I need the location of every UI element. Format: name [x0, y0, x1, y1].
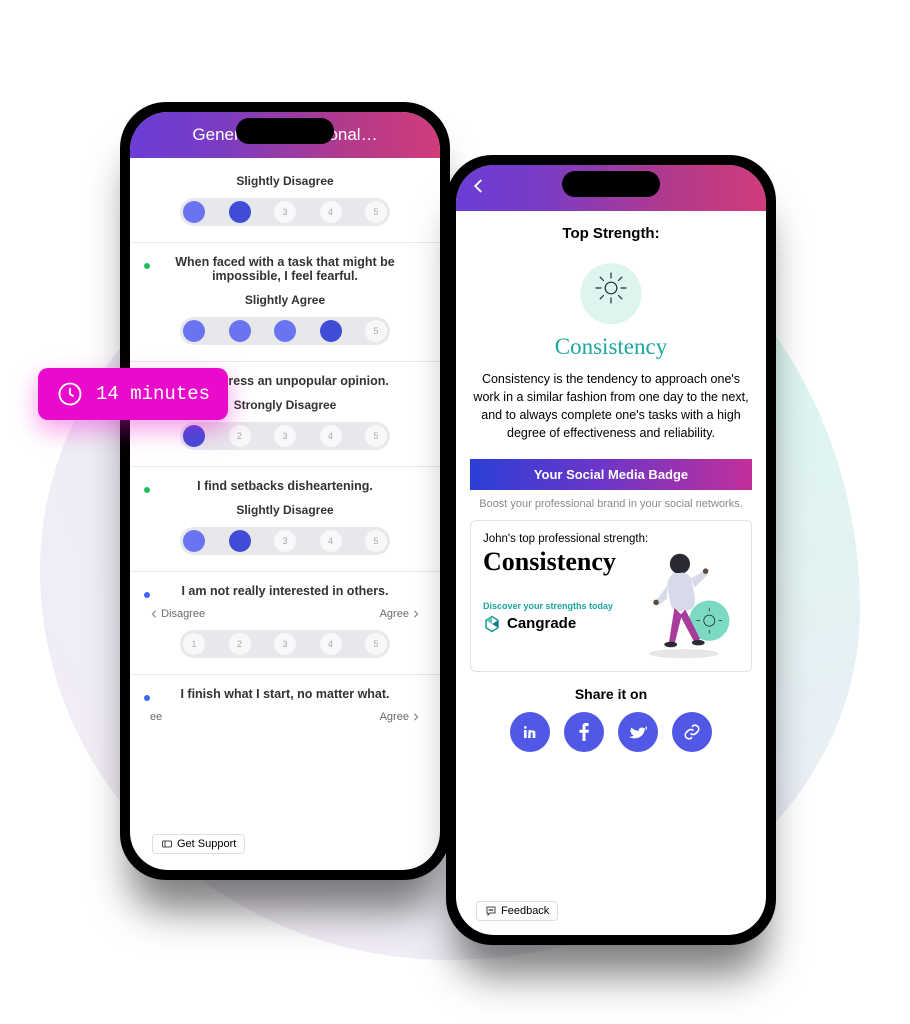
- question-text: I find setbacks disheartening.: [144, 479, 426, 493]
- facebook-icon: [579, 723, 589, 741]
- badge-subtext: Boost your professional brand in your so…: [470, 498, 752, 510]
- share-buttons: [470, 712, 752, 752]
- disagree-label: ee: [150, 711, 162, 723]
- share-linkedin-button[interactable]: [510, 712, 550, 752]
- answer-label: Slightly Agree: [144, 293, 426, 307]
- report-content: Top Strength: Consistency Consistency is…: [456, 211, 766, 935]
- ticket-icon: [161, 838, 173, 850]
- answer-label: Slightly Disagree: [144, 503, 426, 517]
- question-text: When faced with a task that might be imp…: [144, 255, 426, 283]
- slider-3[interactable]: 2 3 4 5: [180, 422, 390, 450]
- disagree-label: Disagree: [150, 608, 205, 620]
- share-facebook-button[interactable]: [564, 712, 604, 752]
- sun-icon: [591, 268, 631, 308]
- question-5: I am not really interested in others. Di…: [130, 572, 440, 675]
- slider-1[interactable]: 3 4 5: [180, 198, 390, 226]
- strength-icon-bg: [575, 252, 647, 324]
- share-title: Share it on: [470, 686, 752, 702]
- strength-title: Consistency: [470, 334, 752, 360]
- badge-line1: John's top professional strength:: [483, 533, 739, 545]
- agree-label: Agree: [380, 711, 420, 723]
- answer-label: Slightly Disagree: [144, 174, 426, 188]
- phone-survey: General M… Personal… Slightly Disagree 3…: [120, 102, 450, 880]
- slider-4[interactable]: 3 4 5: [180, 527, 390, 555]
- notch: [562, 171, 660, 197]
- agree-label: Agree: [380, 608, 420, 620]
- cangrade-logo-icon: [483, 615, 501, 633]
- question-2: When faced with a task that might be imp…: [130, 243, 440, 362]
- back-button[interactable]: [470, 177, 488, 200]
- top-strength-label: Top Strength:: [470, 225, 752, 242]
- clock-icon: [56, 380, 84, 408]
- scale-labels: Disagree Agree: [144, 608, 426, 620]
- badge-header: Your Social Media Badge: [470, 459, 752, 490]
- strength-description: Consistency is the tendency to approach …: [470, 370, 752, 443]
- slider-5[interactable]: 1 2 3 4 5: [180, 630, 390, 658]
- person-illustration: [637, 551, 743, 661]
- feedback-label: Feedback: [501, 905, 549, 917]
- twitter-icon: [629, 724, 647, 740]
- scale-labels: ee Agree: [144, 711, 426, 723]
- feedback-button[interactable]: Feedback: [476, 901, 558, 921]
- time-badge-text: 14 minutes: [96, 383, 210, 405]
- support-label: Get Support: [177, 838, 236, 850]
- status-dot: [144, 592, 150, 598]
- time-badge: 14 minutes: [38, 368, 228, 420]
- share-link-button[interactable]: [672, 712, 712, 752]
- phone-report: Your eport Top Strength: Consistency Con…: [446, 155, 776, 945]
- status-dot: [144, 263, 150, 269]
- status-dot: [144, 487, 150, 493]
- link-icon: [683, 723, 701, 741]
- arrow-left-icon: [470, 177, 488, 195]
- status-dot: [144, 695, 150, 701]
- linkedin-icon: [522, 724, 538, 740]
- question-4: I find setbacks disheartening. Slightly …: [130, 467, 440, 572]
- question-text: I am not really interested in others.: [144, 584, 426, 598]
- question-6: I finish what I start, no matter what. e…: [130, 675, 440, 739]
- question-1: Slightly Disagree 3 4 5: [130, 158, 440, 243]
- survey-content: Slightly Disagree 3 4 5 When faced wi: [130, 158, 440, 870]
- notch: [236, 118, 334, 144]
- share-twitter-button[interactable]: [618, 712, 658, 752]
- badge-card: John's top professional strength: Consis…: [470, 520, 752, 672]
- get-support-button[interactable]: Get Support: [152, 834, 245, 854]
- chat-icon: [485, 905, 497, 917]
- question-text: I finish what I start, no matter what.: [144, 687, 426, 701]
- slider-2[interactable]: 5: [180, 317, 390, 345]
